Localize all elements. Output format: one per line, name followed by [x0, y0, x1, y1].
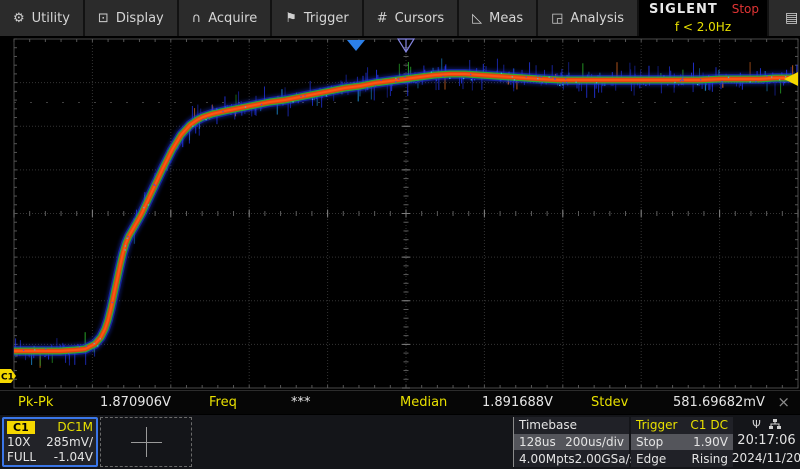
timebase-panel[interactable]: Timebase 128us 200us/div 4.00Mpts 2.00GS…	[513, 417, 629, 467]
trigger-level: 1.90V	[693, 435, 728, 449]
measurement-bar: Pk-Pk 1.870906V Freq *** Median 1.891688…	[0, 390, 800, 414]
measurement-value: ***	[291, 395, 311, 410]
menu-acquire-label: Acquire	[208, 11, 257, 26]
timebase-scale: 200us/div	[565, 435, 624, 449]
list-icon: ▤	[785, 10, 798, 26]
close-icon[interactable]: ×	[777, 393, 790, 411]
measurement-label: Median	[400, 395, 447, 410]
menu-utility-label: Utility	[32, 11, 70, 26]
menu-display[interactable]: ⊡ Display	[85, 0, 179, 36]
measurement-label: Freq	[209, 395, 237, 410]
waveform-graticule[interactable]: C1	[0, 36, 800, 390]
measurement-median[interactable]: Median 1.891688V	[382, 391, 573, 414]
clock-date: 2024/11/20	[732, 450, 800, 468]
trigger-title: Trigger	[636, 418, 677, 432]
measurement-label: Stdev	[591, 395, 628, 410]
channel1-badge: C1	[7, 421, 35, 434]
menu-cursors[interactable]: # Cursors	[364, 0, 459, 36]
analysis-icon: ◲	[551, 11, 563, 26]
siglent-logo: SIGLENT	[639, 2, 718, 17]
logo-status-block: SIGLENT Stop f < 2.0Hz	[639, 0, 769, 36]
menu-utility[interactable]: ⚙ Utility	[0, 0, 85, 36]
menu-analysis-label: Analysis	[570, 11, 624, 26]
menu-cursors-label: Cursors	[395, 11, 445, 26]
trigger-panel[interactable]: Trigger C1 DC Stop 1.90V Edge Rising	[631, 417, 733, 467]
trigger-source: C1	[690, 418, 706, 432]
channel1-coupling: DC1M	[57, 420, 93, 434]
acquire-icon: ∩	[192, 11, 202, 26]
frequency-counter: f < 2.0Hz	[639, 19, 767, 35]
measurement-freq[interactable]: Freq ***	[191, 391, 382, 414]
datetime-panel[interactable]: Ψ 20:17:06 2024/11/20	[735, 417, 798, 467]
usb-icon: Ψ	[752, 418, 761, 431]
cursors-icon: #	[377, 11, 388, 26]
channel1-panel[interactable]: C1 DC1M 10X 285mV/ FULL -1.04V	[2, 417, 98, 467]
trigger-type: Edge	[636, 452, 666, 466]
timebase-memdepth: 4.00Mpts	[519, 452, 575, 466]
menu-utility-right[interactable]: ▤ UTILITY	[769, 0, 800, 36]
gear-icon: ⚙	[13, 11, 25, 26]
oscilloscope-screen: ⚙ Utility ⊡ Display ∩ Acquire ⚑ Trigger …	[0, 0, 800, 469]
trigger-status: Stop	[636, 435, 663, 449]
timebase-samplerate: 2.00GSa/s	[575, 452, 636, 466]
measurement-label: Pk-Pk	[18, 395, 53, 410]
menu-trigger-label: Trigger	[304, 11, 349, 26]
measurement-pkpk[interactable]: Pk-Pk 1.870906V	[0, 391, 191, 414]
trigger-coupling: DC	[710, 418, 728, 432]
menu-meas[interactable]: ◺ Meas	[459, 0, 538, 36]
display-icon: ⊡	[98, 11, 109, 26]
menu-display-label: Display	[116, 11, 164, 26]
lan-icon	[769, 419, 781, 430]
timebase-title: Timebase	[519, 418, 577, 432]
timebase-delay: 128us	[519, 435, 556, 449]
trigger-flag-icon: ⚑	[285, 11, 297, 26]
measurement-stdev[interactable]: Stdev 581.69682mV	[573, 391, 764, 414]
measurement-value: 581.69682mV	[673, 395, 765, 410]
empty-channel-slot[interactable]	[100, 417, 192, 467]
channel1-bandwidth: FULL	[7, 450, 36, 464]
channel1-offset: -1.04V	[54, 450, 93, 464]
meas-icon: ◺	[472, 11, 482, 26]
menu-acquire[interactable]: ∩ Acquire	[179, 0, 273, 36]
trigger-slope: Rising	[692, 452, 728, 466]
svg-text:C1: C1	[1, 373, 14, 383]
trigger-position-marker	[347, 40, 365, 51]
measurement-value: 1.891688V	[482, 395, 553, 410]
menu-bar: ⚙ Utility ⊡ Display ∩ Acquire ⚑ Trigger …	[0, 0, 800, 36]
measurement-value: 1.870906V	[100, 395, 171, 410]
channel1-scale: 285mV/	[46, 435, 93, 449]
menu-analysis[interactable]: ◲ Analysis	[538, 0, 639, 36]
clock-time: 20:17:06	[737, 432, 795, 450]
bottom-info-bar: C1 DC1M 10X 285mV/ FULL -1.04V Timebase …	[0, 415, 800, 469]
acquisition-status: Stop	[732, 2, 767, 16]
channel1-probe: 10X	[7, 435, 31, 449]
menu-meas-label: Meas	[489, 11, 523, 26]
menu-trigger[interactable]: ⚑ Trigger	[272, 0, 364, 36]
